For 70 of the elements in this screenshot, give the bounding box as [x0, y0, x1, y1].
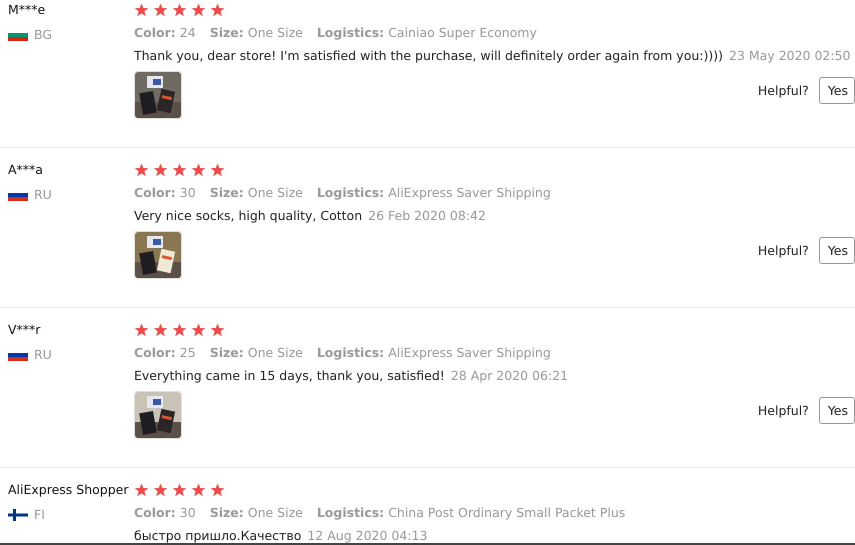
yes-button[interactable]: Yes	[818, 237, 855, 264]
attribute-label: Size:	[210, 505, 244, 520]
reviewer-name: V***r	[8, 322, 42, 337]
review-text: быстро пришло.Качество	[134, 528, 302, 543]
photo-thumbnail[interactable]	[134, 71, 182, 119]
star-icon	[172, 483, 187, 497]
country-code: RU	[34, 187, 52, 202]
attribute-value: AliExpress Saver Shipping	[388, 185, 551, 200]
star-icon	[210, 163, 225, 177]
country-code: FI	[34, 507, 45, 522]
star-icon	[134, 163, 149, 177]
star-icon	[153, 3, 168, 17]
attribute-label: Size:	[210, 345, 244, 360]
attribute-value: One Size	[248, 25, 303, 40]
review-date: 26 Feb 2020 08:42	[368, 208, 486, 223]
attribute-value: Cainiao Super Economy	[388, 25, 537, 40]
review-text: Very nice socks, high quality, Cotton	[134, 208, 362, 223]
attribute-value: China Post Ordinary Small Packet Plus	[388, 505, 626, 520]
review-text: Everything came in 15 days, thank you, satisfied!	[134, 368, 445, 383]
review-date: 28 Apr 2020 06:21	[450, 368, 568, 383]
country-code: RU	[34, 347, 52, 362]
reviewer-name: A***a	[8, 162, 44, 177]
attribute-value: 30	[180, 185, 196, 200]
attribute-label: Color:	[134, 345, 176, 360]
attribute-value: One Size	[248, 505, 303, 520]
helpful-label: Helpful?	[758, 243, 809, 258]
star-icon	[210, 3, 225, 17]
star-icon	[172, 163, 187, 177]
attribute-value: 24	[180, 25, 196, 40]
reviewer-name: AliExpress Shopper	[8, 482, 130, 497]
attribute-value: AliExpress Saver Shipping	[388, 345, 551, 360]
attribute-value: One Size	[248, 185, 303, 200]
reviewer-name: M***e	[8, 2, 46, 17]
star-icon	[210, 483, 225, 497]
attribute-label: Logistics:	[316, 345, 384, 360]
attribute-label: Size:	[210, 25, 244, 40]
star-icon	[134, 323, 149, 337]
star-icon	[172, 323, 187, 337]
star-icon	[153, 323, 168, 337]
yes-button[interactable]: Yes	[818, 397, 855, 424]
review-date: 12 Aug 2020 04:13	[307, 528, 428, 543]
review-date: 23 May 2020 02:50	[729, 48, 851, 63]
review-text: Thank you, dear store! I'm satisfied with the purchase, will definitely order again from you:))))	[134, 48, 723, 63]
helpful-label: Helpful?	[758, 83, 809, 98]
attribute-value: 30	[180, 505, 196, 520]
attribute-label: Logistics:	[316, 25, 384, 40]
country-code: BG	[34, 27, 52, 42]
attribute-label: Logistics:	[316, 185, 384, 200]
star-icon	[191, 323, 206, 337]
star-icon	[153, 483, 168, 497]
photo-thumbnail[interactable]	[134, 231, 182, 279]
helpful-label: Helpful?	[758, 403, 809, 418]
flag-icon	[8, 508, 28, 520]
star-icon	[191, 3, 206, 17]
star-icon	[134, 3, 149, 17]
star-icon	[210, 323, 225, 337]
star-icon	[153, 163, 168, 177]
attribute-label: Color:	[134, 25, 176, 40]
star-icon	[191, 483, 206, 497]
attribute-label: Size:	[210, 185, 244, 200]
star-icon	[191, 163, 206, 177]
yes-button[interactable]: Yes	[818, 77, 855, 104]
star-icon	[134, 483, 149, 497]
attribute-label: Logistics:	[316, 505, 384, 520]
photo-thumbnail[interactable]	[134, 391, 182, 439]
attribute-label: Color:	[134, 505, 176, 520]
attribute-label: Color:	[134, 185, 176, 200]
attribute-value: One Size	[248, 345, 303, 360]
attribute-value: 25	[180, 345, 196, 360]
star-icon	[172, 3, 187, 17]
